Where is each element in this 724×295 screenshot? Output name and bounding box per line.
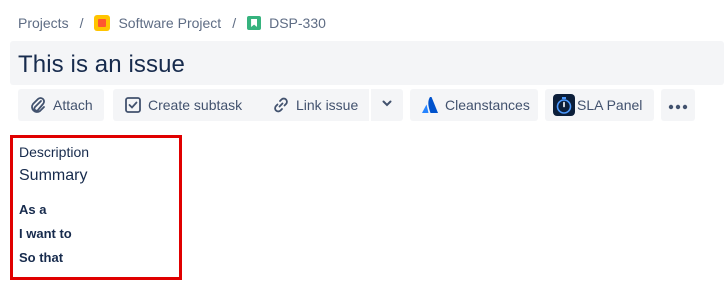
more-actions-button[interactable] — [661, 89, 695, 121]
stopwatch-icon — [553, 94, 575, 116]
project-icon — [94, 15, 111, 31]
breadcrumb-project-label: Software Project — [118, 15, 222, 31]
sla-panel-button[interactable]: SLA Panel — [545, 89, 654, 121]
story-icon — [247, 16, 262, 30]
cleanstances-label: Cleanstances — [445, 97, 530, 113]
cleanstances-button[interactable]: Cleanstances — [410, 89, 538, 121]
link-icon — [272, 96, 290, 114]
sla-panel-label: SLA Panel — [577, 97, 643, 113]
attach-button[interactable]: Attach — [18, 89, 104, 121]
description-line: I want to — [19, 226, 72, 241]
breadcrumb-separator: / — [232, 15, 237, 31]
link-issue-label: Link issue — [296, 97, 359, 113]
more-icon — [668, 97, 688, 113]
description-line: As a — [19, 202, 47, 217]
description-line: So that — [19, 250, 64, 265]
link-issue-button[interactable]: Link issue — [261, 89, 369, 121]
description-summary[interactable]: Summary — [19, 167, 87, 185]
create-subtask-label: Create subtask — [148, 97, 243, 113]
description-label: Description — [19, 144, 90, 160]
breadcrumb-project[interactable]: Software Project — [94, 15, 221, 31]
chevron-down-icon — [381, 96, 393, 114]
create-subtask-button[interactable]: Create subtask — [113, 89, 270, 121]
breadcrumb-issue-key: DSP-330 — [269, 15, 326, 31]
description-section: Description Summary As a I want to So th… — [10, 135, 182, 280]
attach-label: Attach — [53, 97, 93, 113]
breadcrumb-separator: / — [79, 15, 84, 31]
breadcrumb-issue[interactable]: DSP-330 — [247, 15, 326, 31]
issue-title-field[interactable]: This is an issue — [10, 41, 724, 85]
atlassian-icon — [421, 96, 439, 114]
paperclip-icon — [29, 96, 47, 114]
subtask-icon — [124, 96, 142, 114]
breadcrumb-projects[interactable]: Projects — [18, 15, 69, 31]
breadcrumb: Projects / Software Project / DSP-330 — [18, 13, 326, 33]
issue-title: This is an issue — [18, 51, 185, 78]
link-issue-dropdown[interactable] — [371, 89, 403, 121]
